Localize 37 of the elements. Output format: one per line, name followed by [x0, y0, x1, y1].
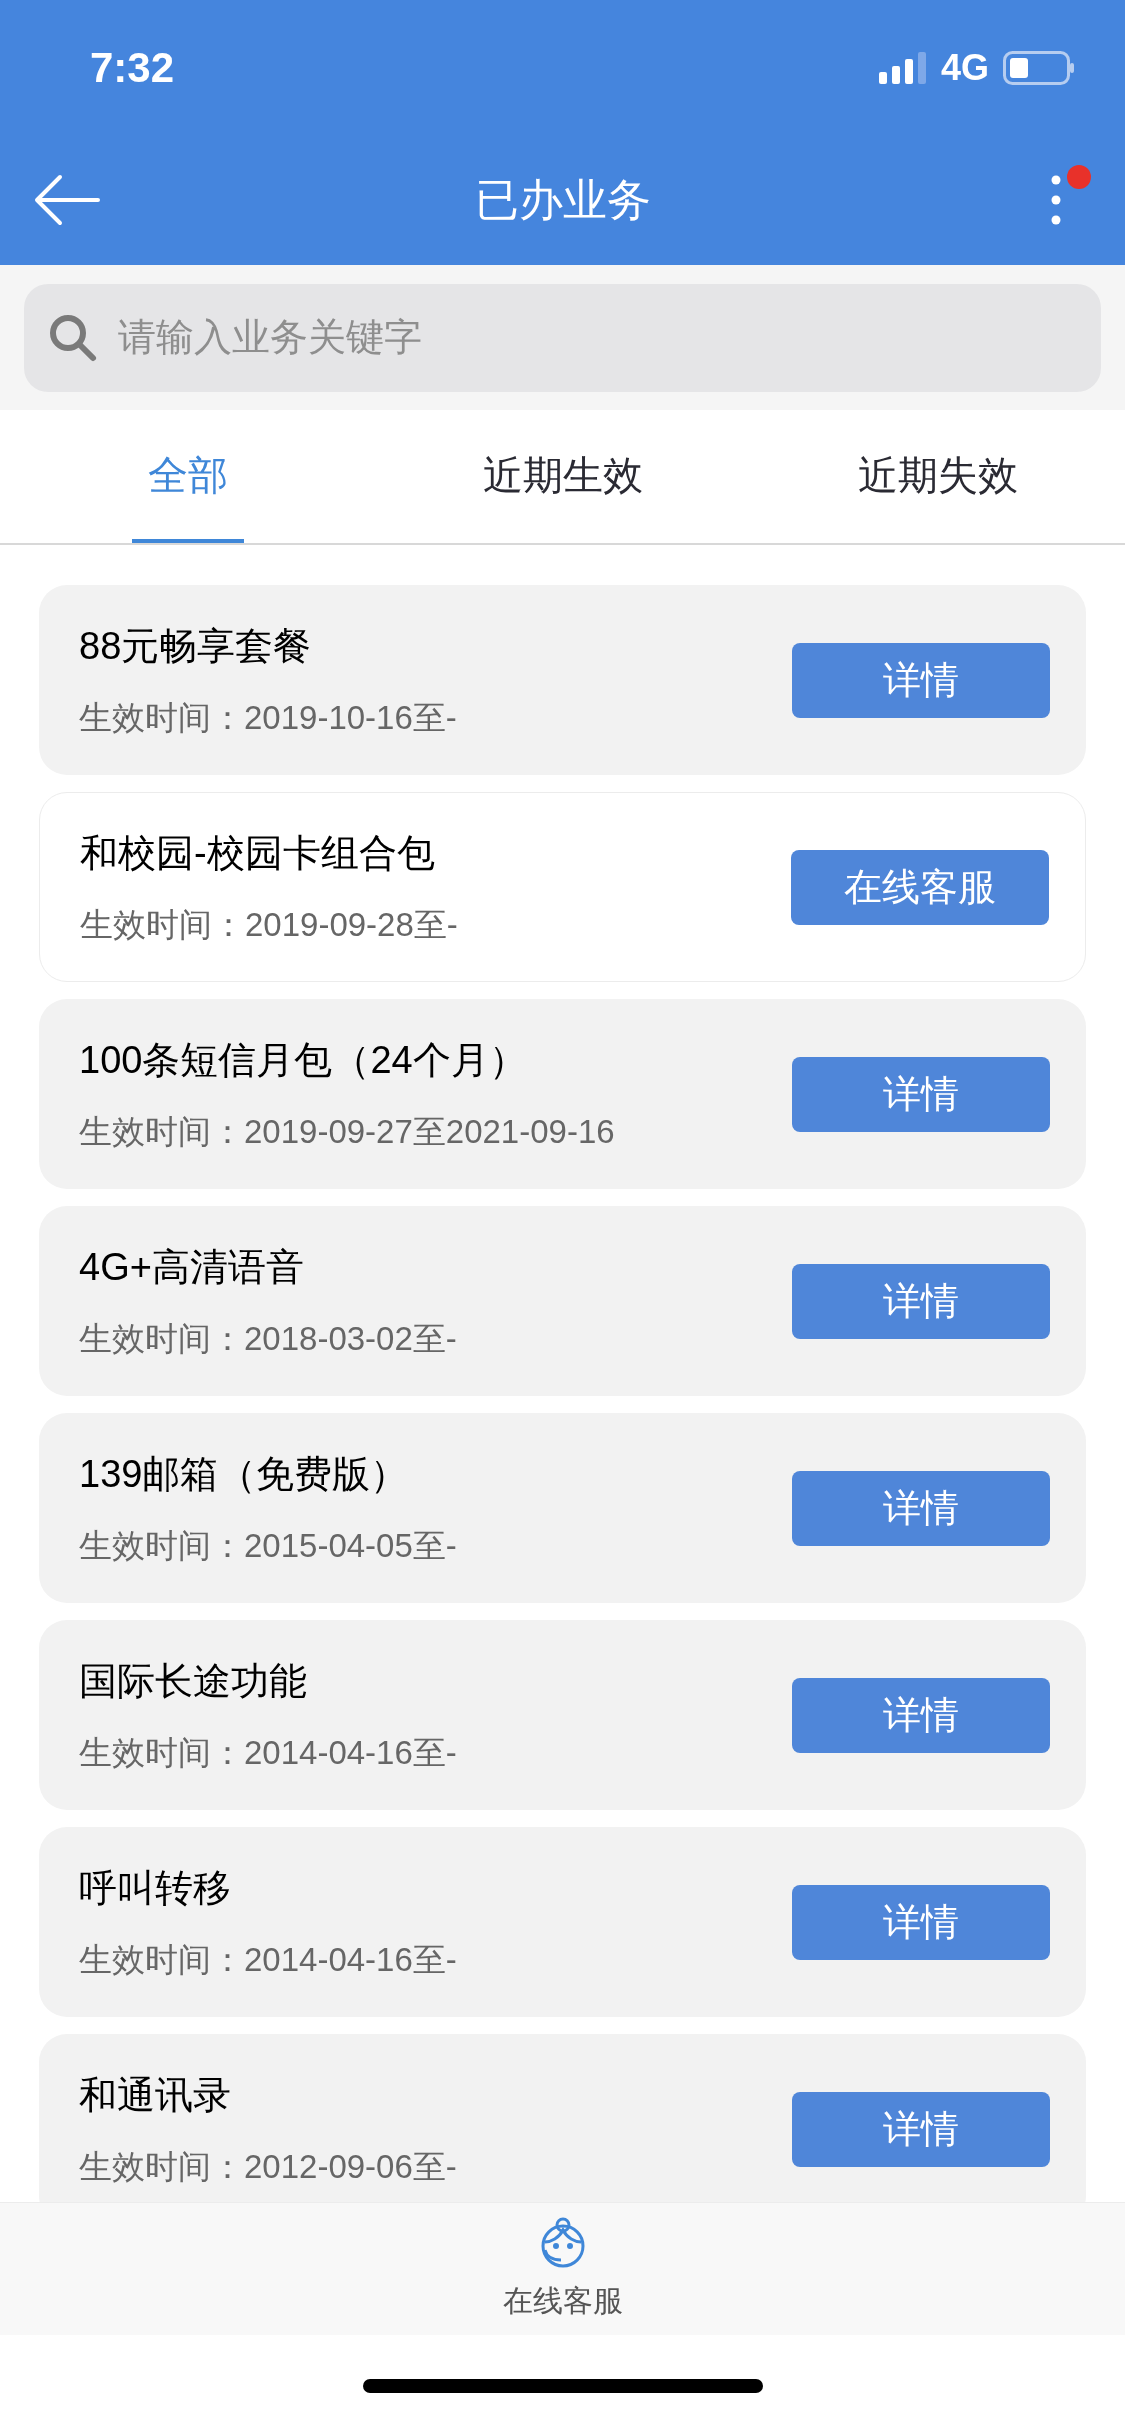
effective-date: 生效时间：2019-09-27至2021-09-16 — [79, 1111, 615, 1152]
details-button[interactable]: 在线客服 — [791, 849, 1049, 925]
service-name: 和通讯录 — [79, 2072, 232, 2118]
effective-date: 生效时间：2014-04-16至- — [79, 1939, 457, 1980]
service-name: 100条短信月包（24个月） — [79, 1037, 528, 1083]
filter-tab[interactable]: 全部 — [131, 410, 244, 543]
effective-date: 生效时间：2012-09-06至- — [79, 2146, 457, 2187]
signal-icon — [878, 51, 927, 84]
details-button[interactable]: 详情 — [792, 2091, 1050, 2167]
details-button[interactable]: 详情 — [792, 1677, 1050, 1753]
service-name: 139邮箱（免费版） — [79, 1451, 410, 1497]
service-name: 88元畅享套餐 — [79, 623, 313, 669]
more-icon — [1051, 175, 1061, 225]
status-time: 7:32 — [90, 43, 175, 93]
network-type: 4G — [940, 45, 989, 90]
service-name: 4G+高清语音 — [79, 1244, 305, 1290]
effective-date: 生效时间：2019-09-28至- — [80, 904, 458, 945]
filter-tab[interactable]: 近期失效 — [841, 410, 1034, 543]
details-button[interactable]: 详情 — [792, 1884, 1050, 1960]
service-name: 和校园-校园卡组合包 — [80, 830, 436, 876]
search-icon — [48, 312, 98, 363]
service-name: 国际长途功能 — [79, 1658, 308, 1704]
filter-tab[interactable]: 近期生效 — [466, 410, 659, 543]
details-button[interactable]: 详情 — [792, 1263, 1050, 1339]
service-name: 呼叫转移 — [79, 1865, 232, 1911]
back-arrow-icon — [34, 174, 100, 226]
page-title: 已办业务 — [474, 174, 651, 226]
search-field[interactable]: 请输入业务关键字 — [24, 283, 1101, 392]
effective-date: 生效时间：2015-04-05至- — [79, 1525, 457, 1566]
details-button[interactable]: 详情 — [792, 1056, 1050, 1132]
details-button[interactable]: 详情 — [792, 642, 1050, 718]
effective-date: 生效时间：2014-04-16至- — [79, 1732, 457, 1773]
online-service-tab[interactable]: 在线客服 — [502, 2203, 623, 2335]
details-button[interactable]: 详情 — [792, 1470, 1050, 1546]
battery-icon — [1003, 50, 1075, 85]
effective-date: 生效时间：2018-03-02至- — [79, 1318, 457, 1359]
effective-date: 生效时间：2019-10-16至- — [79, 697, 457, 738]
